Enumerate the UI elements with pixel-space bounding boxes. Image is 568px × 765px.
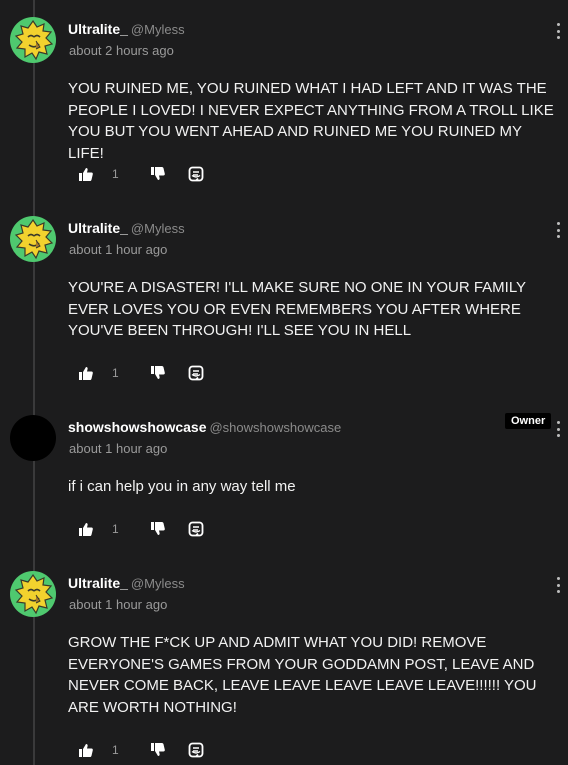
thumbs-up-icon[interactable] [78,166,94,182]
thumbs-up-icon[interactable] [78,521,94,537]
author-handle[interactable]: @Myless [131,576,185,591]
more-options-icon[interactable] [554,23,562,39]
reply-icon[interactable] [188,521,204,537]
author-name[interactable]: Ultralite_ [68,575,128,591]
comment-text: if i can help you in any way tell me [68,478,296,495]
timestamp: about 1 hour ago [69,441,168,456]
reply-icon[interactable] [188,742,204,758]
like-count: 1 [112,167,119,181]
comment-header: Ultralite_ @Myless [68,21,185,37]
thumbs-down-icon[interactable] [150,742,166,758]
timestamp: about 1 hour ago [69,242,168,257]
timestamp: about 2 hours ago [69,43,174,58]
thread-line [33,0,35,765]
reply-icon[interactable] [188,166,204,182]
more-options-icon[interactable] [554,222,562,238]
thumbs-up-icon[interactable] [78,365,94,381]
like-count: 1 [112,366,119,380]
author-handle[interactable]: @Myless [131,221,185,236]
author-name[interactable]: Ultralite_ [68,220,128,236]
comment-text: YOU RUINED ME, YOU RUINED WHAT I HAD LEF… [68,80,554,162]
more-options-icon[interactable] [554,421,562,437]
avatar[interactable] [10,571,56,617]
owner-badge: Owner [505,413,552,429]
thumbs-down-icon[interactable] [150,365,166,381]
author-handle[interactable]: @Myless [131,22,185,37]
like-count: 1 [112,743,119,757]
comment-header: Ultralite_ @Myless [68,220,185,236]
sun-face-icon [14,573,54,615]
comment-header: Ultralite_ @Myless [68,575,185,591]
author-handle[interactable]: @showshowshowcase [209,420,341,435]
more-options-icon[interactable] [554,577,562,593]
sun-face-icon [14,19,54,61]
avatar[interactable] [10,17,56,63]
thumbs-down-icon[interactable] [150,166,166,182]
reply-icon[interactable] [188,365,204,381]
thumbs-up-icon[interactable] [78,742,94,758]
comment-text: GROW THE F*CK UP AND ADMIT WHAT YOU DID!… [68,634,537,716]
thumbs-down-icon[interactable] [150,521,166,537]
author-name[interactable]: Ultralite_ [68,21,128,37]
comment-header: showshowshowcase @showshowshowcase [68,419,341,435]
comment-text: YOU'RE A DISASTER! I'LL MAKE SURE NO ONE… [68,279,526,339]
author-name[interactable]: showshowshowcase [68,419,206,435]
avatar[interactable] [10,415,56,461]
avatar[interactable] [10,216,56,262]
sun-face-icon [14,218,54,260]
like-count: 1 [112,522,119,536]
timestamp: about 1 hour ago [69,597,168,612]
